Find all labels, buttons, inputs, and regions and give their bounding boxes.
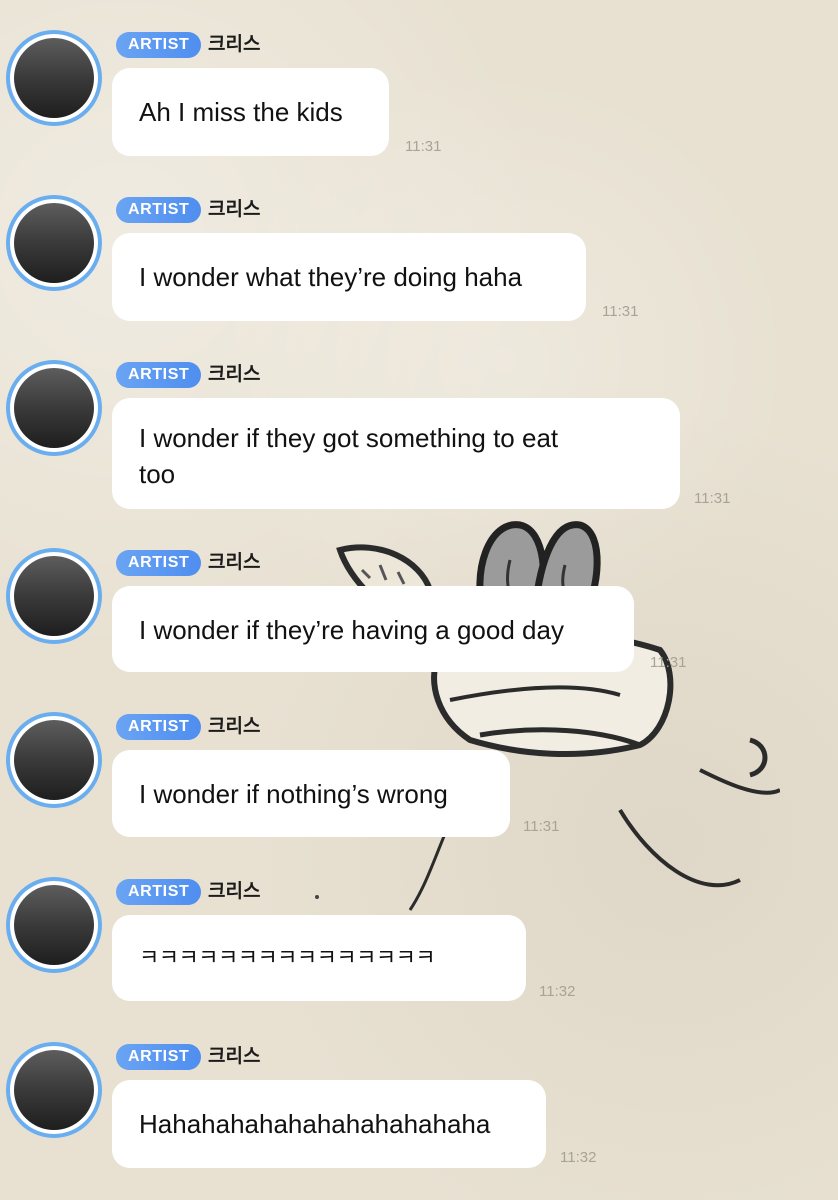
texture-dot — [315, 895, 319, 899]
message-bubble[interactable]: ㅋㅋㅋㅋㅋㅋㅋㅋㅋㅋㅋㅋㅋㅋㅋ — [112, 915, 526, 1001]
message-time: 11:32 — [560, 1149, 597, 1166]
artist-badge: ARTIST — [116, 32, 202, 58]
author-name[interactable]: 크리스 — [208, 195, 260, 223]
message-item: ARTIST 크리스 I wonder if they’re having a … — [0, 548, 838, 688]
message-item: ARTIST 크리스 I wonder if they got somethin… — [0, 360, 838, 530]
avatar-photo — [14, 203, 94, 283]
message-bubble[interactable]: I wonder what they’re doing haha — [112, 233, 586, 321]
message-item: ARTIST 크리스 I wonder what they’re doing h… — [0, 195, 838, 335]
message-time: 11:31 — [405, 138, 442, 155]
avatar-photo — [14, 368, 94, 448]
author-name[interactable]: 크리스 — [208, 360, 260, 388]
artist-badge: ARTIST — [116, 1044, 202, 1070]
avatar[interactable] — [6, 360, 102, 456]
message-bubble[interactable]: I wonder if nothing’s wrong — [112, 750, 510, 837]
message-item: ARTIST 크리스 I wonder if nothing’s wrong 1… — [0, 712, 838, 852]
artist-badge: ARTIST — [116, 550, 202, 576]
message-bubble[interactable]: Hahahahahahahahahahahaha — [112, 1080, 546, 1168]
message-item: ARTIST 크리스 Hahahahahahahahahahahaha 11:3… — [0, 1042, 838, 1182]
author-name[interactable]: 크리스 — [208, 30, 260, 58]
message-item: ARTIST 크리스 Ah I miss the kids 11:31 — [0, 30, 838, 170]
artist-badge: ARTIST — [116, 362, 202, 388]
message-time: 11:31 — [650, 654, 687, 671]
artist-badge: ARTIST — [116, 197, 202, 223]
message-time: 11:31 — [523, 818, 560, 835]
avatar-photo — [14, 38, 94, 118]
author-name[interactable]: 크리스 — [208, 712, 260, 740]
chat-list: ARTIST 크리스 Ah I miss the kids 11:31 ARTI… — [0, 0, 838, 1200]
message-time: 11:31 — [602, 303, 639, 320]
avatar-photo — [14, 720, 94, 800]
avatar-photo — [14, 1050, 94, 1130]
author-name[interactable]: 크리스 — [208, 877, 260, 905]
avatar[interactable] — [6, 877, 102, 973]
author-name[interactable]: 크리스 — [208, 1042, 260, 1070]
message-time: 11:32 — [539, 983, 576, 1000]
avatar[interactable] — [6, 1042, 102, 1138]
artist-badge: ARTIST — [116, 714, 202, 740]
avatar[interactable] — [6, 712, 102, 808]
avatar-photo — [14, 556, 94, 636]
message-bubble[interactable]: I wonder if they got something to eat to… — [112, 398, 680, 509]
message-time: 11:31 — [694, 490, 731, 507]
message-item: ARTIST 크리스 ㅋㅋㅋㅋㅋㅋㅋㅋㅋㅋㅋㅋㅋㅋㅋ 11:32 — [0, 877, 838, 1017]
avatar-photo — [14, 885, 94, 965]
avatar[interactable] — [6, 30, 102, 126]
artist-badge: ARTIST — [116, 879, 202, 905]
author-name[interactable]: 크리스 — [208, 548, 260, 576]
message-bubble[interactable]: I wonder if they’re having a good day — [112, 586, 634, 672]
avatar[interactable] — [6, 548, 102, 644]
message-bubble[interactable]: Ah I miss the kids — [112, 68, 389, 156]
avatar[interactable] — [6, 195, 102, 291]
